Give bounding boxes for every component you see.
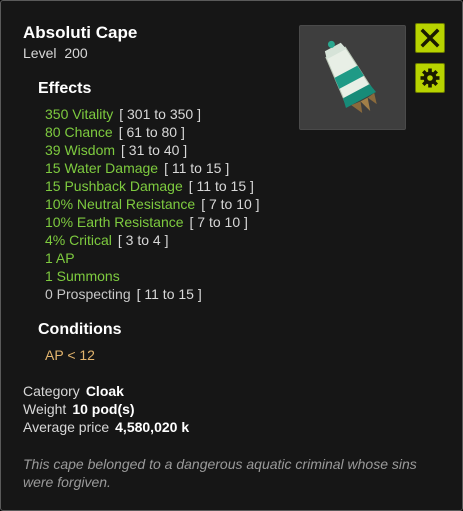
effect-item: 0 Prospecting [ 11 to 15 ] bbox=[45, 285, 260, 303]
effect-item: 15 Water Damage [ 11 to 15 ] bbox=[45, 159, 260, 177]
price-row: Average price 4,580,020 k bbox=[23, 419, 189, 435]
effect-text: 1 Summons bbox=[45, 268, 120, 284]
effect-range: [ 61 to 80 ] bbox=[118, 124, 185, 140]
item-image-frame bbox=[299, 25, 406, 130]
effect-text: 15 Pushback Damage bbox=[45, 178, 183, 194]
effect-range: [ 7 to 10 ] bbox=[189, 214, 248, 230]
conditions-heading: Conditions bbox=[38, 321, 122, 338]
item-level: Level 200 bbox=[23, 45, 88, 61]
effect-item: 1 AP bbox=[45, 249, 260, 267]
condition-item: AP < 12 bbox=[45, 347, 95, 363]
effect-text: 4% Critical bbox=[45, 232, 112, 248]
effect-item: 10% Earth Resistance [ 7 to 10 ] bbox=[45, 213, 260, 231]
effect-text: 80 Chance bbox=[45, 124, 113, 140]
close-button[interactable] bbox=[415, 23, 445, 53]
category-value: Cloak bbox=[85, 383, 124, 399]
effects-heading: Effects bbox=[38, 80, 92, 97]
weight-label: Weight bbox=[23, 401, 67, 417]
effect-text: 10% Neutral Resistance bbox=[45, 196, 196, 212]
effect-range: [ 31 to 40 ] bbox=[121, 142, 188, 158]
effect-item: 4% Critical [ 3 to 4 ] bbox=[45, 231, 260, 249]
category-row: Category Cloak bbox=[23, 383, 124, 399]
effect-range: [ 11 to 15 ] bbox=[188, 178, 254, 194]
effect-item: 80 Chance [ 61 to 80 ] bbox=[45, 123, 260, 141]
level-label: Level bbox=[23, 45, 57, 61]
settings-button[interactable] bbox=[415, 63, 445, 93]
effect-item: 15 Pushback Damage [ 11 to 15 ] bbox=[45, 177, 260, 195]
effect-range: [ 11 to 15 ] bbox=[164, 160, 230, 176]
price-label: Average price bbox=[23, 419, 110, 435]
item-tooltip-panel: Absoluti Cape Level 200 Effects 350 Vita… bbox=[0, 0, 463, 511]
effect-item: 350 Vitality [ 301 to 350 ] bbox=[45, 105, 260, 123]
weight-value: 10 pod(s) bbox=[72, 401, 135, 417]
effect-range: [ 301 to 350 ] bbox=[119, 106, 201, 122]
effect-text: 39 Wisdom bbox=[45, 142, 116, 158]
effect-item: 39 Wisdom [ 31 to 40 ] bbox=[45, 141, 260, 159]
item-description: This cape belonged to a dangerous aquati… bbox=[23, 456, 417, 490]
effect-item: 1 Summons bbox=[45, 267, 260, 285]
effect-range: [ 3 to 4 ] bbox=[117, 232, 169, 248]
cape-item-icon bbox=[324, 40, 377, 113]
category-label: Category bbox=[23, 383, 80, 399]
effect-text: 15 Water Damage bbox=[45, 160, 159, 176]
effect-text: 10% Earth Resistance bbox=[45, 214, 184, 230]
effect-range: [ 7 to 10 ] bbox=[201, 196, 260, 212]
level-value: 200 bbox=[64, 45, 88, 61]
gear-icon bbox=[420, 68, 440, 88]
effect-text: 0 Prospecting bbox=[45, 286, 131, 302]
price-value: 4,580,020 k bbox=[115, 419, 190, 435]
effect-range: [ 11 to 15 ] bbox=[136, 286, 202, 302]
effect-item: 10% Neutral Resistance [ 7 to 10 ] bbox=[45, 195, 260, 213]
effects-list: 350 Vitality [ 301 to 350 ] 80 Chance [ 61 … bbox=[45, 105, 260, 303]
item-name: Absoluti Cape bbox=[23, 23, 138, 42]
effect-text: 1 AP bbox=[45, 250, 75, 266]
close-x-icon bbox=[420, 28, 440, 48]
effect-text: 350 Vitality bbox=[45, 106, 114, 122]
weight-row: Weight 10 pod(s) bbox=[23, 401, 135, 417]
